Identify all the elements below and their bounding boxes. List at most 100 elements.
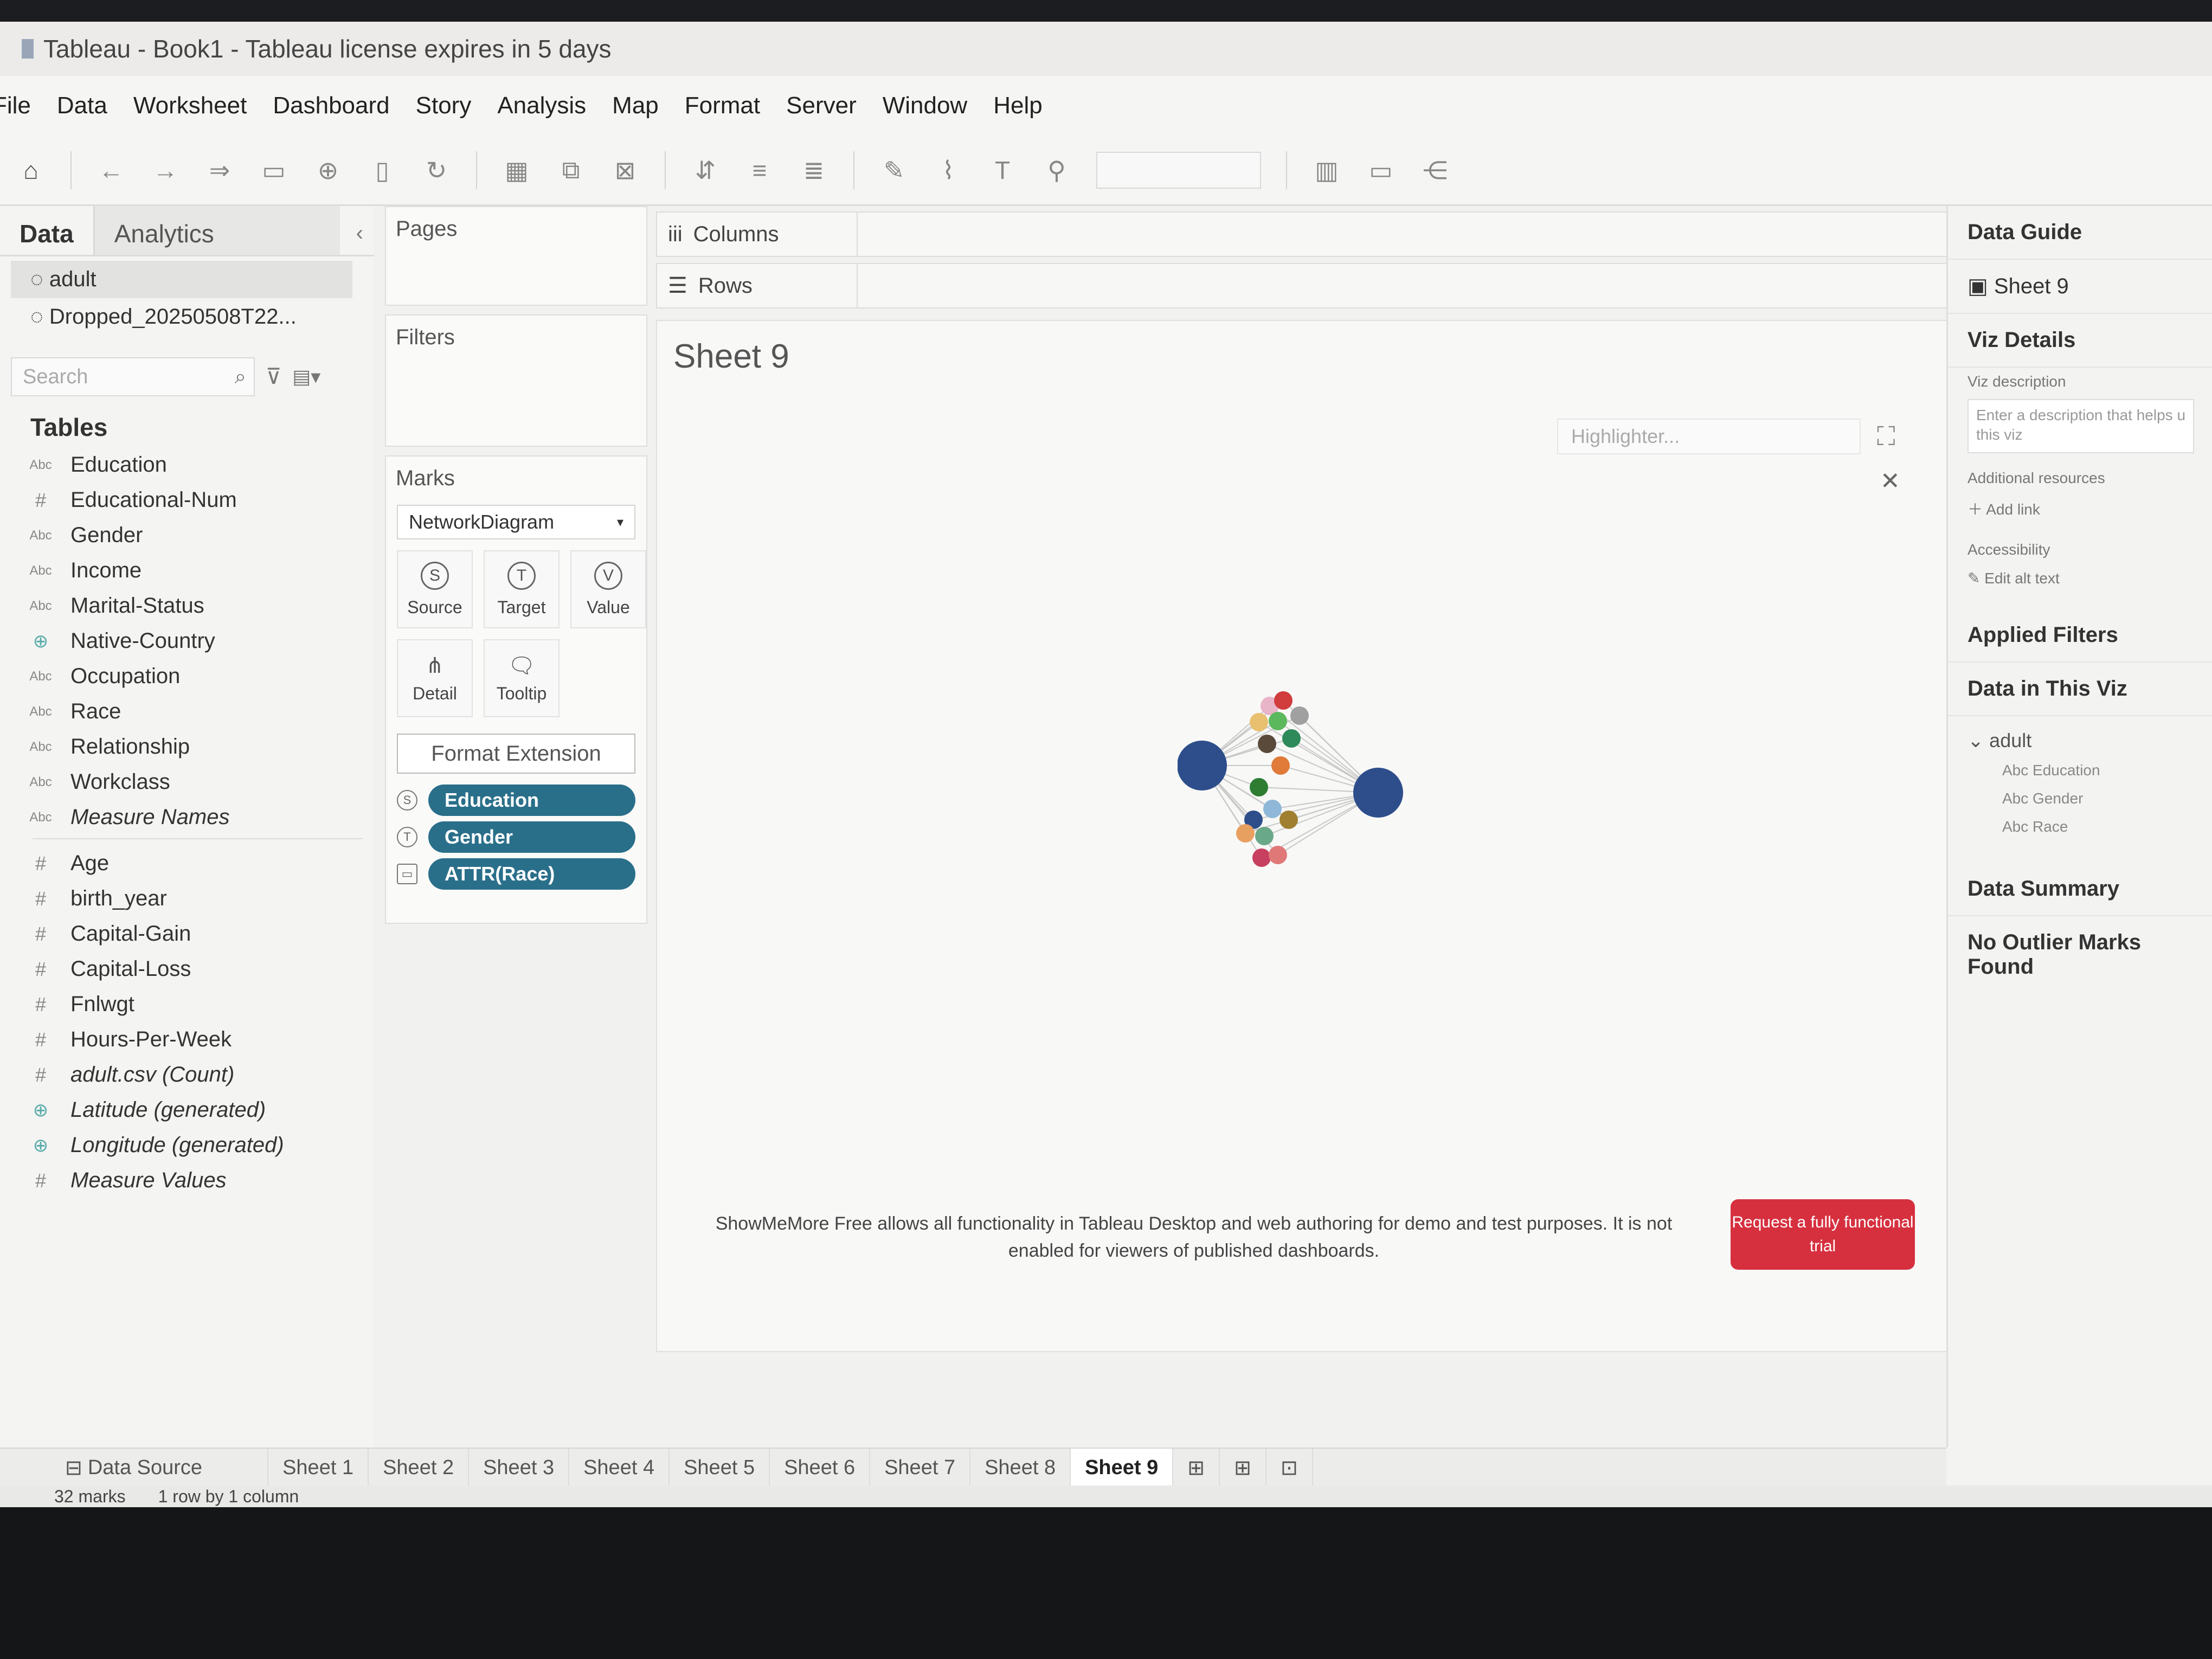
tab-sheet-5[interactable]: Sheet 5 (670, 1449, 770, 1487)
tab-sheet-4[interactable]: Sheet 4 (569, 1449, 670, 1487)
network-hub-node[interactable] (1178, 741, 1227, 790)
new-datasource-icon[interactable]: ⊕ (313, 156, 343, 185)
format-extension-button[interactable]: Format Extension (397, 734, 635, 774)
tab-sheet-1[interactable]: Sheet 1 (268, 1449, 369, 1487)
unpin-icon[interactable]: ✕ (1880, 467, 1900, 495)
menu-dashboard[interactable]: Dashboard (273, 92, 389, 119)
highlight-icon[interactable]: ✎ (879, 156, 909, 185)
field-item[interactable]: ⊕ Longitude (generated) (22, 1128, 374, 1163)
share-icon[interactable]: ⋲ (1420, 156, 1450, 185)
highlighter-input[interactable]: Highlighter... (1557, 419, 1861, 454)
field-item[interactable]: # Capital-Gain (22, 916, 374, 951)
show-cards-icon[interactable]: ▥ (1312, 156, 1341, 185)
network-node[interactable] (1271, 756, 1290, 775)
network-node[interactable] (1290, 706, 1309, 725)
detail-button[interactable]: ⋔ Detail (397, 639, 473, 717)
field-item[interactable]: ⊕ Native-Country (22, 623, 374, 659)
menu-help[interactable]: Help (993, 92, 1043, 119)
request-trial-button[interactable]: Request a fully functional trial (1731, 1199, 1915, 1270)
collapse-pane-icon[interactable]: ‹ (345, 206, 374, 255)
viz-details-heading[interactable]: Viz Details (1948, 314, 2212, 368)
swap-rows-columns-icon[interactable]: ⇵ (691, 156, 720, 185)
network-node[interactable] (1263, 800, 1282, 818)
field-item[interactable]: Abc Education (22, 447, 374, 483)
add-link-button[interactable]: ＋ Add link (1948, 492, 2212, 525)
tab-analytics[interactable]: Analytics (93, 206, 340, 255)
network-node[interactable] (1269, 846, 1287, 864)
network-node[interactable] (1274, 691, 1293, 710)
tab-sheet-8[interactable]: Sheet 8 (970, 1449, 1071, 1487)
field-item[interactable]: Abc Measure Names (22, 800, 374, 835)
menu-data[interactable]: Data (57, 92, 107, 119)
gender-pill[interactable]: Gender (428, 821, 635, 853)
search-input[interactable]: Search ⌕ (11, 357, 255, 396)
tab-sheet-2[interactable]: Sheet 2 (369, 1449, 470, 1487)
view-options-icon[interactable]: ▤▾ (292, 365, 320, 388)
tab-sheet-6[interactable]: Sheet 6 (770, 1449, 871, 1487)
field-item[interactable]: Abc Race (22, 694, 374, 729)
menu-story[interactable]: Story (416, 92, 472, 119)
fit-dropdown[interactable] (1096, 151, 1261, 189)
network-hub-node[interactable] (1353, 768, 1403, 818)
menu-worksheet[interactable]: Worksheet (133, 92, 247, 119)
filter-icon[interactable]: ⊽ (266, 364, 281, 389)
menu-window[interactable]: Window (883, 92, 968, 119)
pages-card[interactable]: Pages (385, 206, 647, 306)
group-members-icon[interactable]: ⌇ (934, 156, 963, 185)
redo-icon[interactable]: → (151, 156, 180, 185)
source-button[interactable]: S Source (397, 550, 473, 628)
undo-icon[interactable]: ← (97, 156, 126, 185)
menu-server[interactable]: Server (786, 92, 857, 119)
field-item[interactable]: Abc Occupation (22, 659, 374, 694)
edit-alt-text-button[interactable]: ✎ Edit alt text (1948, 564, 2212, 593)
duplicate-sheet-icon[interactable]: ⧉ (556, 156, 586, 185)
field-item[interactable]: # Capital-Loss (22, 951, 374, 987)
menu-format[interactable]: Format (685, 92, 760, 119)
field-item[interactable]: Abc Relationship (22, 729, 374, 764)
presentation-mode-icon[interactable]: ▭ (1366, 156, 1396, 185)
refresh-icon[interactable]: ↻ (422, 156, 451, 185)
network-node[interactable] (1255, 827, 1274, 845)
network-node[interactable] (1258, 735, 1276, 753)
field-item[interactable]: Abc Marital-Status (22, 588, 374, 623)
rows-shelf[interactable]: ☰ Rows (656, 263, 1949, 308)
field-item[interactable]: # birth_year (22, 881, 374, 916)
new-dashboard-icon[interactable]: ⊞ (1220, 1449, 1266, 1487)
clear-sheet-icon[interactable]: ⊠ (610, 156, 640, 185)
save-icon[interactable]: ▭ (259, 156, 288, 185)
datasource-item[interactable]: ◌ adult (11, 261, 352, 298)
new-story-icon[interactable]: ⊡ (1266, 1449, 1313, 1487)
home-icon[interactable]: ⌂ (16, 156, 46, 185)
tab-sheet-3[interactable]: Sheet 3 (469, 1449, 570, 1487)
data-in-viz-source[interactable]: ⌄ adult (1948, 716, 2212, 756)
menu-map[interactable]: Map (612, 92, 659, 119)
datasource-item[interactable]: ◌ Dropped_20250508T22... (0, 298, 374, 336)
network-node[interactable] (1236, 824, 1255, 843)
field-item[interactable]: # Hours-Per-Week (22, 1022, 374, 1057)
fullscreen-icon[interactable]: ⛶ (1877, 422, 1895, 452)
race-pill[interactable]: ATTR(Race) (428, 858, 635, 890)
network-node[interactable] (1282, 729, 1301, 748)
field-item[interactable]: Abc Gender (22, 518, 374, 553)
field-item[interactable]: # Measure Values (22, 1163, 374, 1198)
field-item[interactable]: # Age (22, 846, 374, 881)
viz-canvas[interactable]: Sheet 9 Highlighter... ⛶ ✕ ShowMeMore Fr… (656, 320, 1949, 1352)
menu-analysis[interactable]: Analysis (497, 92, 586, 119)
network-node[interactable] (1250, 713, 1268, 731)
network-node[interactable] (1252, 848, 1271, 867)
viz-description-input[interactable]: Enter a description that helps u this vi… (1967, 399, 2194, 453)
tab-sheet-9[interactable]: Sheet 9 (1071, 1449, 1174, 1487)
value-button[interactable]: V Value (570, 550, 646, 628)
target-button[interactable]: T Target (484, 550, 560, 628)
field-item[interactable]: # Fnlwgt (22, 987, 374, 1022)
network-node[interactable] (1269, 712, 1287, 730)
field-item[interactable]: # adult.csv (Count) (22, 1057, 374, 1092)
network-node[interactable] (1279, 811, 1298, 829)
data-summary-heading[interactable]: Data Summary (1948, 863, 2212, 916)
fix-axes-icon[interactable]: ⚲ (1042, 156, 1071, 185)
sort-descending-icon[interactable]: ≣ (799, 156, 828, 185)
field-item[interactable]: ⊕ Latitude (generated) (22, 1092, 374, 1128)
field-item[interactable]: # Educational-Num (22, 483, 374, 518)
mark-type-dropdown[interactable]: NetworkDiagram ▾ (397, 505, 635, 539)
data-in-viz-heading[interactable]: Data in This Viz (1948, 663, 2212, 716)
